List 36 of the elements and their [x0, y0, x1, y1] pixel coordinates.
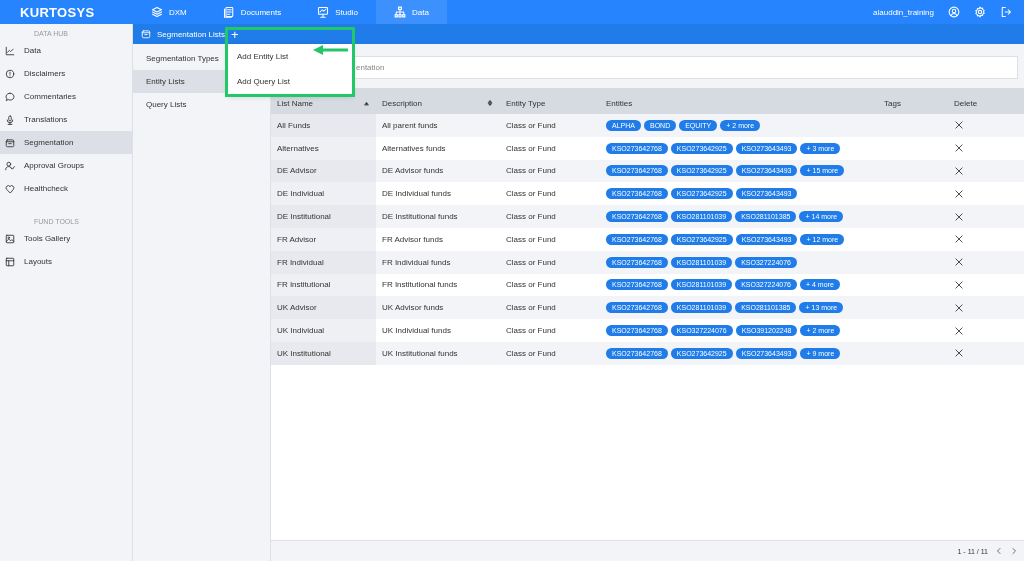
table-cell: Class or Fund [500, 296, 600, 320]
table-cell: FR Advisor [271, 228, 376, 251]
table-cell: Class or Fund [500, 341, 600, 365]
table-cell: DE Advisor [271, 159, 376, 183]
table-cell: UK Individual funds [376, 319, 500, 342]
table-cell: Class or Fund [500, 319, 600, 342]
table-cell: DE Institutional [271, 205, 376, 228]
table-cell: Alternatives funds [376, 136, 500, 160]
table-cell: UK Advisor [271, 296, 376, 320]
table-cell: FR Advisor funds [376, 228, 500, 251]
table-cell: UK Advisor funds [376, 296, 500, 320]
table-cell: UK Institutional funds [376, 341, 500, 365]
table-cell: DE Individual [271, 182, 376, 206]
table-cell: Class or Fund [500, 182, 600, 206]
table-cell: FR Individual [271, 250, 376, 274]
table-cell: Class or Fund [500, 136, 600, 160]
table-cell: UK Individual [271, 319, 376, 342]
table-cell: Alternatives [271, 136, 376, 160]
table-cell: DE Advisor funds [376, 159, 500, 183]
table-cell: UK Institutional [271, 341, 376, 365]
logo: KURTOSYS [19, 4, 96, 20]
table-cell: Class or Fund [500, 114, 600, 137]
table-cell: All Funds [271, 114, 376, 137]
table-cell: Class or Fund [500, 159, 600, 183]
table-cell: All parent funds [376, 114, 500, 137]
section-title: Segmentation Lists [157, 29, 226, 39]
table-cell: DE Institutional funds [376, 205, 500, 228]
table-cell: FR Individual funds [376, 250, 500, 274]
table-cell: Class or Fund [500, 228, 600, 251]
table-cell: Class or Fund [500, 273, 600, 297]
table-cell: FR Institutional funds [376, 273, 500, 297]
table-cell: Class or Fund [500, 205, 600, 228]
table-cell: Class or Fund [500, 250, 600, 274]
table-cell: DE Individual funds [376, 182, 500, 206]
table-cell: FR Institutional [271, 273, 376, 297]
username: alauddin_training [873, 7, 934, 17]
